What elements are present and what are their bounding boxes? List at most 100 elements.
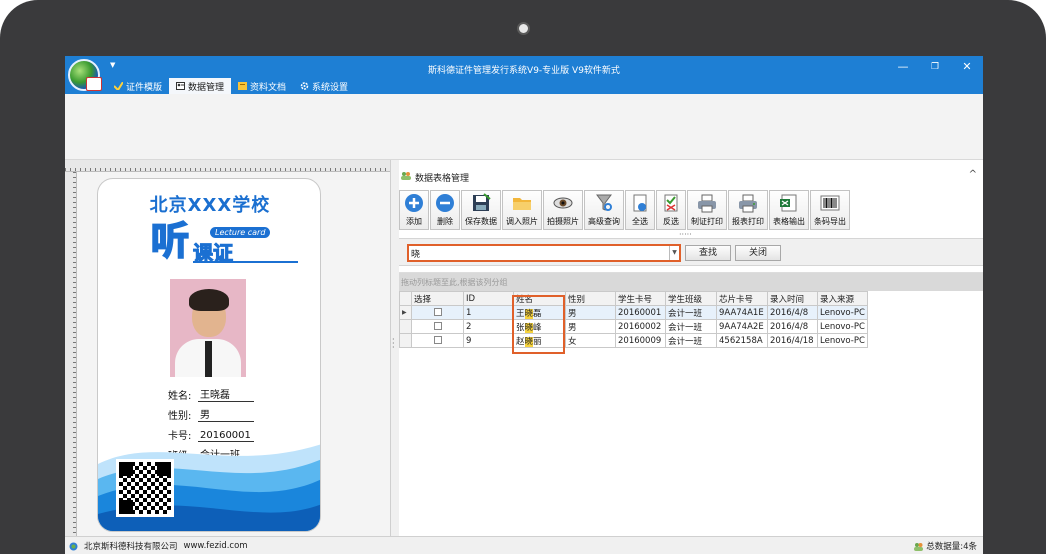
column-header-source[interactable]: 录入来源 bbox=[817, 291, 868, 306]
advanced-query-button[interactable]: 高级查询 bbox=[584, 190, 624, 230]
cell-time[interactable]: 2016/4/8 bbox=[767, 319, 818, 334]
data-toolbar: 添加 删除 保存数据 调入照片 拍摄照片 高级查询 全选 反选 制证打印 报表打… bbox=[399, 190, 850, 230]
card-print-button[interactable]: 制证打印 bbox=[687, 190, 727, 230]
toolbar-label: 删除 bbox=[437, 217, 453, 226]
cell-chip[interactable]: 9AA74A2E bbox=[716, 319, 768, 334]
company-website[interactable]: www.fezid.com bbox=[184, 541, 248, 551]
row-checkbox[interactable] bbox=[433, 336, 442, 344]
select-all-icon bbox=[630, 193, 650, 213]
report-print-button[interactable]: 报表打印 bbox=[728, 190, 768, 230]
cell-card-no[interactable]: 20160002 bbox=[615, 319, 666, 334]
row-select-cell[interactable] bbox=[411, 305, 464, 320]
close-button[interactable]: ✕ bbox=[953, 59, 981, 75]
toolbar-label: 拍摄照片 bbox=[547, 217, 579, 226]
table-header-row: 选择 ID 姓名 性别 学生卡号 学生班级 芯片卡号 录入时间 录入来源 bbox=[399, 291, 868, 306]
card-underline bbox=[193, 261, 298, 263]
field-value: 男 bbox=[198, 406, 254, 422]
table-row[interactable]: 2 张晓峰 男 20160002 会计一班 9AA74A2E 2016/4/8 … bbox=[399, 319, 868, 334]
folder-icon bbox=[512, 193, 532, 213]
table-row[interactable]: ▶ 1 王晓磊 男 20160001 会计一班 9AA74A1E 2016/4/… bbox=[399, 305, 868, 320]
row-checkbox[interactable] bbox=[433, 322, 442, 330]
barcode-export-button[interactable]: 条码导出 bbox=[810, 190, 850, 230]
tab-data-manage[interactable]: 数据管理 bbox=[169, 78, 232, 94]
card-template-icon bbox=[113, 81, 124, 92]
name-part: 赵 bbox=[516, 336, 525, 347]
column-header-name[interactable]: 姓名 bbox=[513, 291, 566, 306]
column-header-id[interactable]: ID bbox=[463, 291, 514, 306]
tab-card-template[interactable]: 证件模版 bbox=[107, 78, 169, 94]
cell-id[interactable]: 1 bbox=[463, 305, 514, 320]
cell-name[interactable]: 张晓峰 bbox=[513, 319, 566, 334]
group-by-panel[interactable]: 拖动列标题至此,根据该列分组 bbox=[399, 273, 983, 291]
column-header-time[interactable]: 录入时间 bbox=[767, 291, 818, 306]
cell-class[interactable]: 会计一班 bbox=[665, 305, 717, 320]
column-header-gender[interactable]: 性别 bbox=[565, 291, 616, 306]
table-row[interactable]: 9 赵晓丽 女 20160009 会计一班 4562158A 2016/4/18… bbox=[399, 333, 868, 348]
import-photo-button[interactable]: 调入照片 bbox=[502, 190, 542, 230]
search-value: 晓 bbox=[411, 250, 421, 260]
cell-gender[interactable]: 男 bbox=[565, 305, 616, 320]
cell-name[interactable]: 赵晓丽 bbox=[513, 333, 566, 348]
status-bar: 北京斯科德科技有限公司 www.fezid.com 总数据量:4条 bbox=[65, 536, 983, 554]
column-header-class[interactable]: 学生班级 bbox=[665, 291, 717, 306]
row-indicator-header bbox=[399, 291, 412, 306]
card-photo[interactable] bbox=[170, 279, 246, 377]
cell-source[interactable]: Lenovo-PC bbox=[817, 305, 868, 320]
photo-hair bbox=[189, 289, 229, 311]
find-button[interactable]: 查找 bbox=[685, 245, 731, 261]
cell-class[interactable]: 会计一班 bbox=[665, 333, 717, 348]
take-photo-button[interactable]: 拍摄照片 bbox=[543, 190, 583, 230]
splitter-grip-icon[interactable]: · · · bbox=[392, 336, 395, 352]
cell-chip[interactable]: 9AA74A1E bbox=[716, 305, 768, 320]
save-icon bbox=[471, 193, 491, 213]
name-part: 丽 bbox=[533, 336, 542, 347]
cell-class[interactable]: 会计一班 bbox=[665, 319, 717, 334]
invert-select-button[interactable]: 反选 bbox=[656, 190, 686, 230]
row-indicator bbox=[399, 333, 412, 348]
card-field-name: 姓名: 王晓磊 bbox=[168, 382, 254, 402]
name-part: 磊 bbox=[533, 308, 542, 319]
close-search-button[interactable]: 关闭 bbox=[735, 245, 781, 261]
row-checkbox[interactable] bbox=[433, 308, 442, 316]
delete-button[interactable]: 删除 bbox=[430, 190, 460, 230]
cell-name[interactable]: 王晓磊 bbox=[513, 305, 566, 320]
toolbar-label: 反选 bbox=[663, 217, 679, 226]
cell-chip[interactable]: 4562158A bbox=[716, 333, 768, 348]
row-select-cell[interactable] bbox=[411, 333, 464, 348]
cell-source[interactable]: Lenovo-PC bbox=[817, 333, 868, 348]
collapse-icon[interactable]: ^ bbox=[969, 169, 977, 180]
search-input[interactable]: 晓 ▼ bbox=[407, 244, 681, 262]
column-header-chip[interactable]: 芯片卡号 bbox=[716, 291, 768, 306]
field-label: 性别: bbox=[168, 411, 192, 422]
photo-tie bbox=[205, 341, 212, 377]
cell-gender[interactable]: 男 bbox=[565, 319, 616, 334]
save-data-button[interactable]: 保存数据 bbox=[461, 190, 501, 230]
tab-documents[interactable]: 资料文档 bbox=[231, 78, 293, 94]
add-button[interactable]: 添加 bbox=[399, 190, 429, 230]
cell-time[interactable]: 2016/4/18 bbox=[767, 333, 818, 348]
select-all-button[interactable]: 全选 bbox=[625, 190, 655, 230]
card-school-name: 北京XXX学校 bbox=[149, 195, 271, 216]
toolbar-label: 报表打印 bbox=[732, 217, 764, 226]
tab-label: 数据管理 bbox=[188, 82, 225, 93]
toolbar-label: 保存数据 bbox=[465, 217, 497, 226]
chevron-down-icon[interactable]: ▼ bbox=[669, 246, 679, 260]
cell-card-no[interactable]: 20160009 bbox=[615, 333, 666, 348]
cell-time[interactable]: 2016/4/8 bbox=[767, 305, 818, 320]
restore-button[interactable]: ❐ bbox=[921, 59, 949, 75]
cell-gender[interactable]: 女 bbox=[565, 333, 616, 348]
cell-source[interactable]: Lenovo-PC bbox=[817, 319, 868, 334]
column-header-select[interactable]: 选择 bbox=[411, 291, 464, 306]
name-part: 张 bbox=[516, 322, 525, 333]
cell-id[interactable]: 2 bbox=[463, 319, 514, 334]
table-export-button[interactable]: 表格输出 bbox=[769, 190, 809, 230]
cell-card-no[interactable]: 20160001 bbox=[615, 305, 666, 320]
cell-id[interactable]: 9 bbox=[463, 333, 514, 348]
id-card-preview[interactable]: 北京XXX学校 听 Lecture card 课证 姓名: 王晓磊 性别: 男 bbox=[97, 178, 321, 532]
row-select-cell[interactable] bbox=[411, 319, 464, 334]
search-bar: 晓 ▼ 查找 关闭 bbox=[399, 238, 983, 266]
column-header-card-no[interactable]: 学生卡号 bbox=[615, 291, 666, 306]
tab-settings[interactable]: 系统设置 bbox=[293, 78, 355, 94]
minimize-button[interactable]: — bbox=[889, 59, 917, 75]
excel-export-icon bbox=[779, 193, 799, 213]
